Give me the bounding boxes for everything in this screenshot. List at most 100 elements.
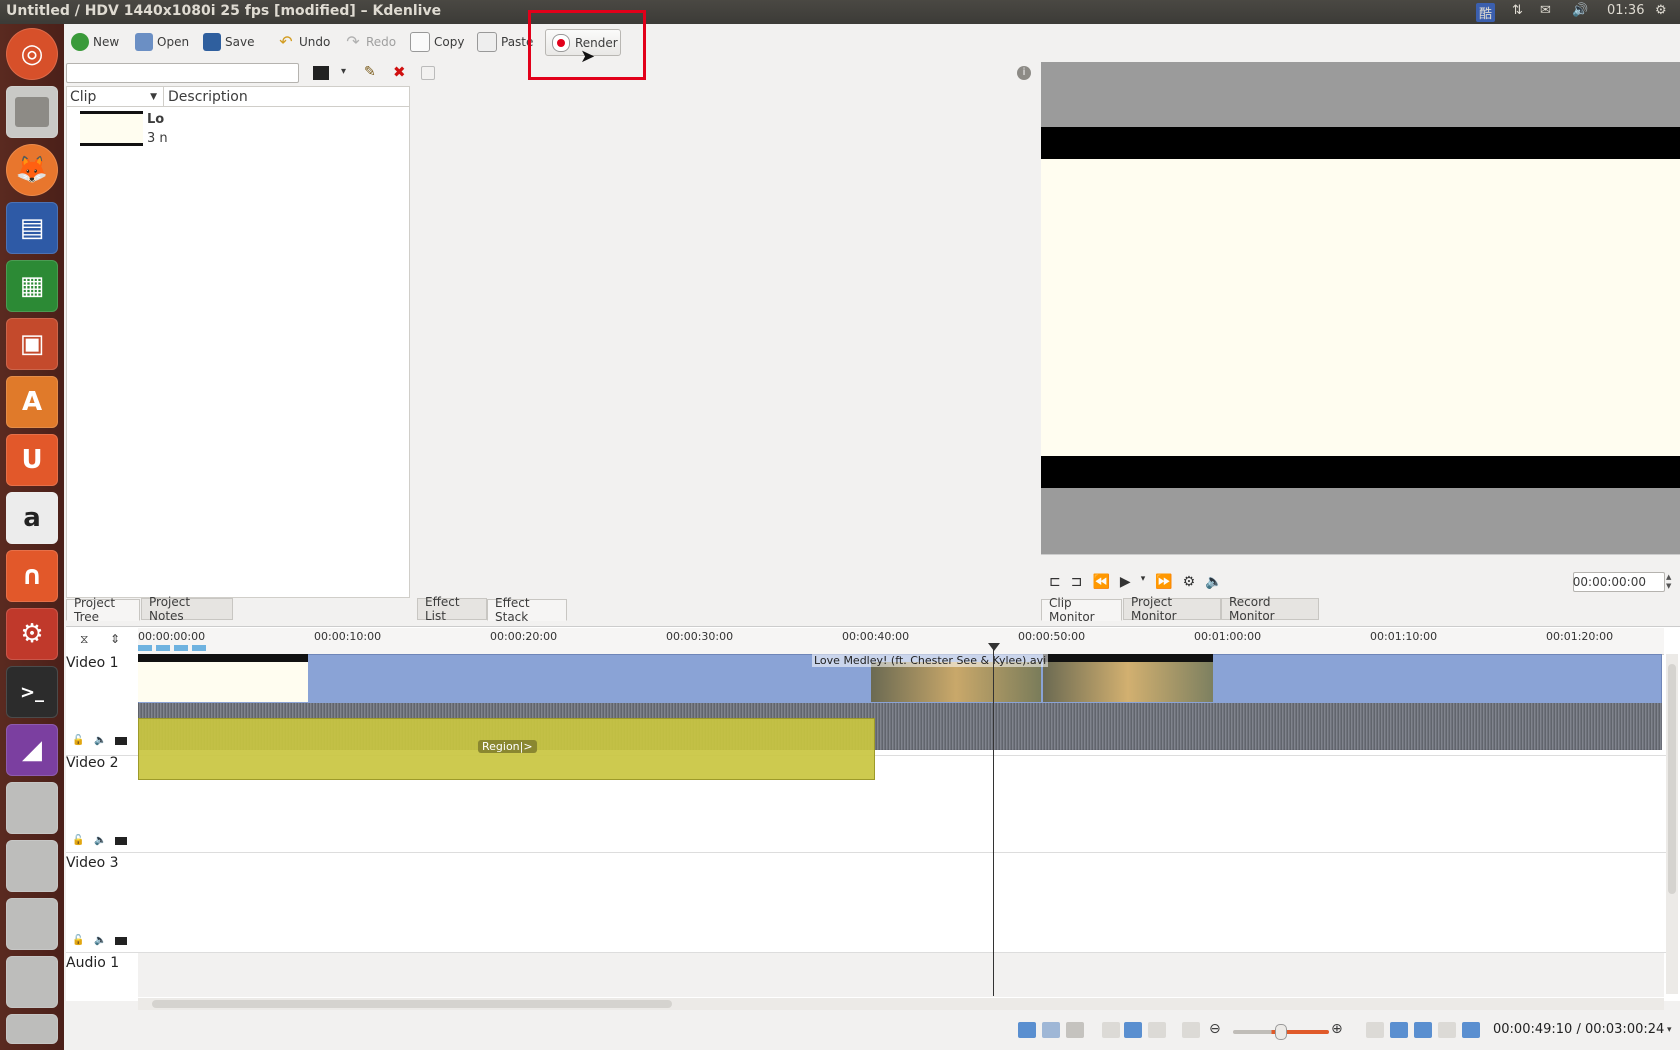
- play-menu-icon[interactable]: ▾: [1141, 574, 1146, 592]
- video-toggle-icon[interactable]: [115, 837, 127, 845]
- monitor-ruler[interactable]: [1041, 554, 1680, 567]
- clip-column-header[interactable]: Clip ▼: [67, 87, 164, 107]
- playhead[interactable]: [993, 644, 994, 996]
- paste-icon: [477, 32, 497, 52]
- tab-effect-list[interactable]: Effect List: [417, 595, 487, 623]
- redo-icon: ↷: [346, 32, 360, 51]
- select-tool-icon[interactable]: [1102, 1022, 1120, 1038]
- tab-clip-monitor[interactable]: Clip Monitor: [1041, 596, 1122, 624]
- tab-project-notes[interactable]: Project Notes: [141, 595, 233, 623]
- fit-zoom-icon[interactable]: [1182, 1022, 1200, 1038]
- forward-icon[interactable]: ⏩: [1155, 574, 1172, 592]
- audio-track-area[interactable]: [138, 953, 1664, 997]
- lock-icon[interactable]: 🔓: [72, 935, 84, 947]
- rewind-icon[interactable]: ⏪: [1092, 574, 1109, 592]
- paste-button[interactable]: Paste: [477, 30, 533, 54]
- audio-icon[interactable]: 🔈: [1205, 574, 1222, 592]
- audio-thumbnails-icon[interactable]: [1042, 1022, 1060, 1038]
- monitor-screen[interactable]: [1041, 62, 1680, 554]
- clip-search-input[interactable]: [66, 63, 299, 83]
- calc-icon[interactable]: ▦: [6, 260, 58, 312]
- keyboard-indicator[interactable]: 酷: [1476, 3, 1496, 22]
- zoom-in-icon[interactable]: ⊕: [1331, 1021, 1343, 1037]
- timeline-position: 00:00:49:10 / 00:03:00:24: [1493, 1022, 1665, 1037]
- drive-icon[interactable]: [6, 898, 58, 950]
- drive-icon[interactable]: [6, 956, 58, 1008]
- video-toggle-icon[interactable]: [115, 937, 127, 945]
- impress-icon[interactable]: ▣: [6, 318, 58, 370]
- expand-tracks-icon[interactable]: ⇕: [110, 632, 120, 646]
- tab-project-monitor[interactable]: Project Monitor: [1123, 595, 1221, 623]
- edit-clip-icon[interactable]: ✎: [364, 64, 376, 80]
- lock-icon[interactable]: 🔓: [72, 835, 84, 847]
- redo-button[interactable]: ↷ Redo: [344, 30, 396, 54]
- volume-icon[interactable]: 🔊: [1572, 3, 1588, 18]
- zoom-out-icon[interactable]: ⊖: [1209, 1021, 1221, 1037]
- timecode-field[interactable]: 00:00:00:00: [1573, 572, 1665, 592]
- audio-track-icon[interactable]: [1414, 1022, 1432, 1038]
- vertical-scrollbar[interactable]: [1666, 654, 1678, 994]
- clock[interactable]: 01:36: [1607, 3, 1644, 18]
- tab-project-tree[interactable]: Project Tree: [66, 596, 140, 624]
- clip-thumbnail[interactable]: [80, 111, 143, 146]
- settings-icon[interactable]: ⚙: [1183, 574, 1196, 592]
- show-markers-icon[interactable]: [1066, 1022, 1084, 1038]
- clip-checkbox[interactable]: [421, 66, 435, 80]
- razor-tool-icon[interactable]: [1124, 1022, 1142, 1038]
- network-icon[interactable]: ⇅: [1512, 3, 1523, 18]
- ruler-tick: 00:00:40:00: [842, 630, 910, 643]
- system-settings-icon[interactable]: ⚙: [6, 608, 58, 660]
- add-clip-icon[interactable]: [313, 66, 329, 80]
- lock-icon[interactable]: 🔓: [72, 735, 84, 747]
- subtitle-icon[interactable]: [1438, 1022, 1456, 1038]
- zoom-fit-icon[interactable]: ⧖: [80, 632, 88, 647]
- drive-icon[interactable]: [6, 840, 58, 892]
- copy-button[interactable]: Copy: [410, 30, 464, 54]
- timecode-spinner[interactable]: ▲ ▼: [1666, 573, 1676, 591]
- top-panel: Untitled / HDV 1440x1080i 25 fps [modifi…: [0, 0, 1680, 24]
- undo-button[interactable]: ↶ Undo: [277, 30, 330, 54]
- chevron-down-icon[interactable]: ▾: [341, 66, 346, 77]
- show-grid-icon[interactable]: [1390, 1022, 1408, 1038]
- info-icon[interactable]: i: [1017, 66, 1031, 80]
- files-icon[interactable]: [6, 86, 58, 138]
- playhead-marker[interactable]: [988, 643, 1000, 651]
- save-button[interactable]: Save: [203, 30, 254, 54]
- open-button[interactable]: Open: [135, 30, 189, 54]
- mute-icon[interactable]: 🔈: [94, 935, 106, 947]
- split-view-icon[interactable]: [1462, 1022, 1480, 1038]
- ubuntu-one-icon[interactable]: U: [6, 434, 58, 486]
- tab-record-monitor[interactable]: Record Monitor: [1221, 595, 1319, 623]
- video-thumbnails-icon[interactable]: [1018, 1022, 1036, 1038]
- trash-icon[interactable]: [6, 1014, 58, 1044]
- zoom-slider-handle[interactable]: [1275, 1024, 1287, 1040]
- drive-icon[interactable]: [6, 782, 58, 834]
- gear-icon[interactable]: ⚙: [1655, 3, 1667, 18]
- clip-thumbnail-frame: [1043, 654, 1213, 702]
- video-toggle-icon[interactable]: [115, 737, 127, 745]
- mute-icon[interactable]: 🔈: [94, 835, 106, 847]
- new-button[interactable]: New: [71, 30, 119, 54]
- mute-icon[interactable]: 🔈: [94, 735, 106, 747]
- zone-in-icon[interactable]: ⊏: [1049, 574, 1061, 592]
- clip-name[interactable]: Lo: [147, 112, 164, 127]
- terminal-icon[interactable]: >_: [6, 666, 58, 718]
- spacer-tool-icon[interactable]: [1148, 1022, 1166, 1038]
- software-center-icon[interactable]: A: [6, 376, 58, 428]
- mail-icon[interactable]: ✉: [1540, 3, 1551, 18]
- delete-clip-icon[interactable]: ✖: [393, 63, 406, 81]
- timecode-format-dropdown[interactable]: ▾: [1667, 1025, 1672, 1035]
- firefox-icon[interactable]: 🦊: [6, 144, 58, 196]
- ubuntu-dash-icon[interactable]: ◎: [6, 28, 58, 80]
- horizontal-scrollbar[interactable]: [138, 998, 1664, 1010]
- play-icon[interactable]: ▶: [1120, 574, 1131, 592]
- tab-effect-stack[interactable]: Effect Stack: [487, 596, 567, 624]
- description-column-header[interactable]: Description: [164, 87, 409, 107]
- writer-icon[interactable]: ▤: [6, 202, 58, 254]
- amazon-icon[interactable]: a: [6, 492, 58, 544]
- snap-icon[interactable]: [1366, 1022, 1384, 1038]
- launcher: ◎ 🦊 ▤ ▦ ▣ A U a ∩ ⚙ >_ ◢: [0, 24, 64, 1050]
- ubuntu-one-music-icon[interactable]: ∩: [6, 550, 58, 602]
- kdenlive-icon[interactable]: ◢: [6, 724, 58, 776]
- zone-out-icon[interactable]: ⊐: [1071, 574, 1083, 592]
